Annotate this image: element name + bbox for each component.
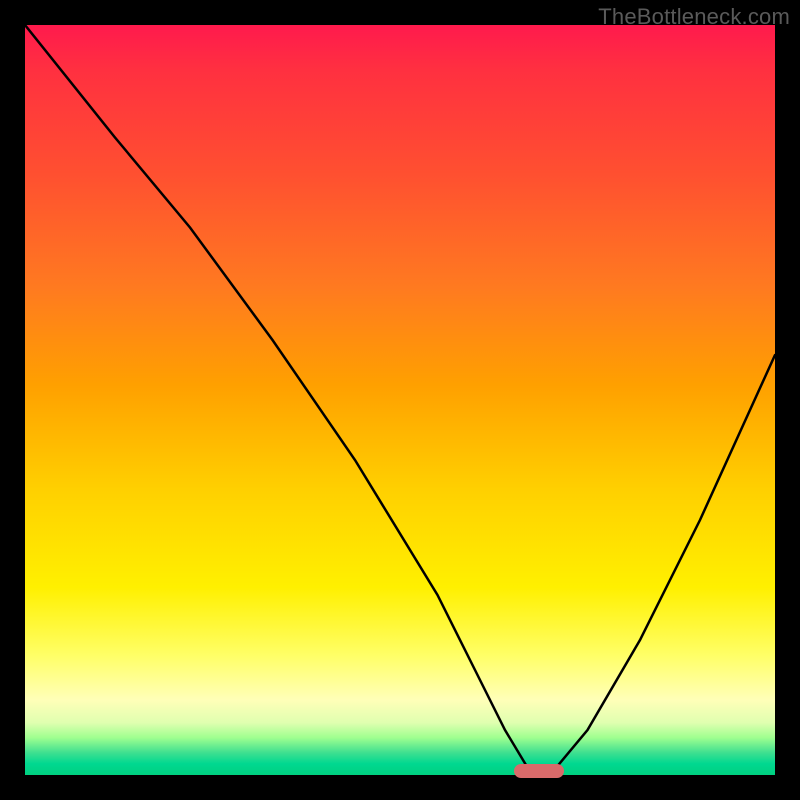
optimal-marker: [514, 764, 564, 778]
chart-frame: [25, 25, 775, 775]
chart-curve-svg: [25, 25, 775, 775]
bottleneck-curve-path: [25, 25, 775, 775]
